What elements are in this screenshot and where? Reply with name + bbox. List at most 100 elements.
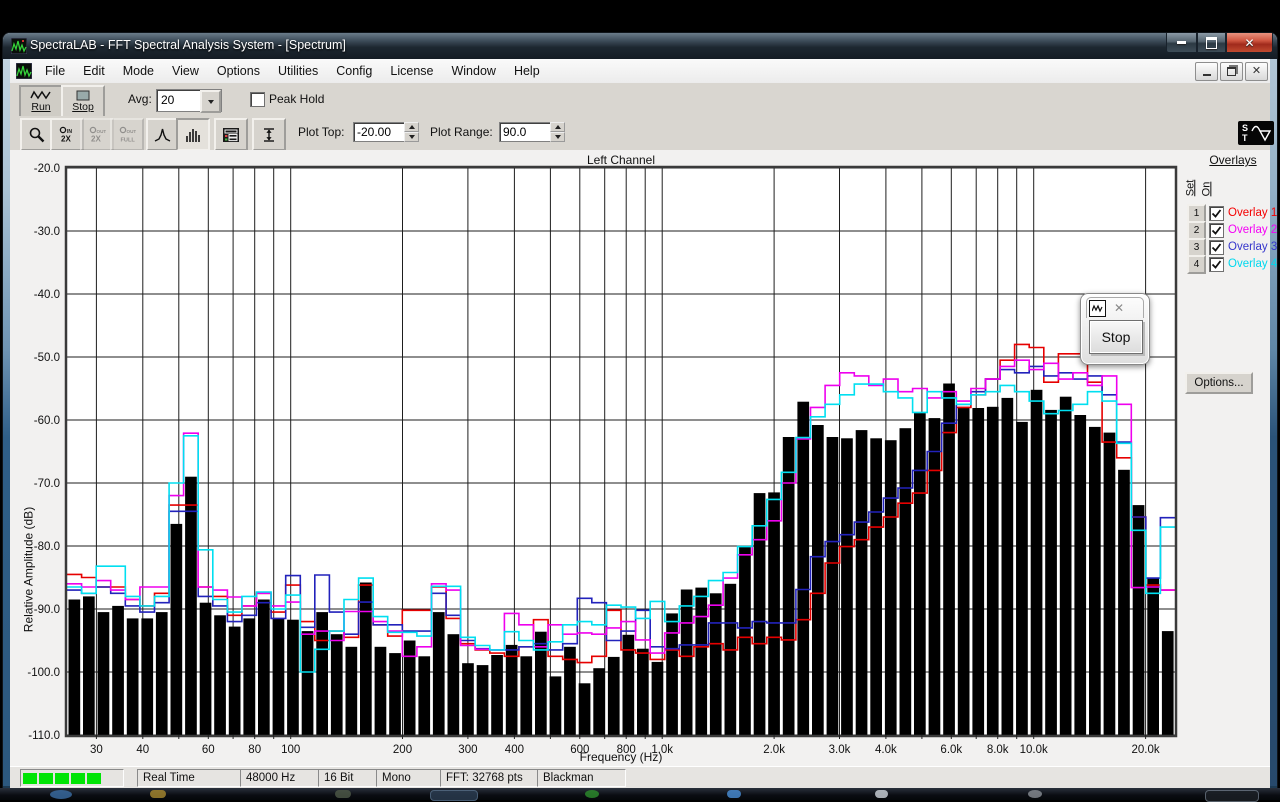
overlay-label-2: Overlay 2	[1228, 224, 1278, 236]
spin-up-icon[interactable]	[404, 122, 419, 132]
stop-rect-icon	[76, 90, 90, 101]
run-button[interactable]: Run	[19, 85, 63, 118]
peak-hold-checkbox[interactable]	[250, 92, 265, 107]
plot-range-input[interactable]: 90.0	[499, 122, 553, 142]
meter-block	[71, 772, 85, 784]
svg-text:2X: 2X	[61, 134, 71, 143]
check-icon	[1211, 225, 1222, 235]
zoom-in-2x-button[interactable]: IN 2X	[50, 118, 84, 151]
avg-combobox[interactable]: 20	[156, 89, 222, 113]
status-window-function: Blackman	[537, 769, 626, 787]
menu-items: File Edit Mode View Options Utilities Config Li…	[36, 60, 549, 82]
zoom-button[interactable]	[20, 118, 54, 151]
spin-down-icon[interactable]	[550, 132, 565, 142]
plot-range-value: 90.0	[503, 125, 527, 139]
taskbar-icon[interactable]	[430, 790, 478, 801]
x-axis-label: Frequency (Hz)	[579, 750, 663, 764]
title-bar[interactable]: SpectraLAB - FFT Spectral Analysis Syste…	[3, 33, 1277, 59]
avg-label: Avg:	[128, 92, 152, 106]
zoom-icon	[29, 127, 45, 142]
display-options-button[interactable]	[214, 118, 248, 151]
peak-curve-icon	[154, 128, 171, 142]
display-toolbar: IN 2X OUT 2X OUT FULL Plot Top: -20.00 Plot R…	[10, 116, 1274, 151]
avg-dropdown-button[interactable]	[200, 90, 221, 113]
taskbar-icon[interactable]	[585, 790, 599, 798]
overlay-options-button[interactable]: Options...	[1185, 372, 1253, 394]
spin-down-icon[interactable]	[404, 132, 419, 142]
menu-item-options[interactable]: Options	[208, 60, 269, 82]
close-icon: ✕	[1244, 35, 1255, 50]
taskbar-icon[interactable]	[1205, 790, 1259, 802]
svg-text:OUT: OUT	[97, 129, 107, 134]
taskbar-icon[interactable]	[335, 790, 351, 798]
meter-block	[23, 772, 37, 784]
status-mode: Real Time	[137, 769, 245, 787]
window-title: SpectraLAB - FFT Spectral Analysis Syste…	[30, 38, 346, 52]
overlay-label-4: Overlay 4	[1228, 258, 1278, 270]
menu-item-view[interactable]: View	[163, 60, 208, 82]
status-sample-rate: 48000 Hz	[240, 769, 323, 787]
plot-top-spinner[interactable]	[404, 122, 419, 142]
waveform-icon	[30, 90, 51, 100]
mini-window-tab[interactable]: ✕	[1086, 297, 1144, 318]
maximize-button[interactable]	[1197, 33, 1226, 53]
peak-curve-button[interactable]	[146, 118, 180, 151]
chevron-down-icon	[207, 99, 214, 104]
zoom-out-2x-button: OUT 2X	[80, 118, 114, 151]
menu-item-file[interactable]: File	[36, 60, 74, 82]
plot-range-spinner[interactable]	[550, 122, 565, 142]
mini-stop-button[interactable]: Stop	[1089, 320, 1143, 354]
spin-up-icon[interactable]	[550, 122, 565, 132]
signal-generator-icon[interactable]: S T	[1238, 121, 1274, 145]
overlays-set-label: Set	[1184, 179, 1197, 197]
stop-label: Stop	[72, 101, 94, 114]
start-orb-icon[interactable]	[50, 790, 72, 799]
overlay-row-4: 4 Overlay 4	[1187, 254, 1278, 274]
overlay-label-3: Overlay 3	[1228, 241, 1278, 253]
taskbar-icon[interactable]	[150, 790, 166, 798]
overlay-checkbox-1[interactable]	[1209, 205, 1224, 221]
menu-item-utilities[interactable]: Utilities	[269, 60, 327, 82]
menu-item-window[interactable]: Window	[442, 60, 504, 82]
status-channels: Mono	[376, 769, 445, 787]
svg-text:FULL: FULL	[121, 137, 136, 143]
bar-display-button[interactable]	[176, 118, 210, 151]
mdi-restore-icon	[1227, 66, 1236, 76]
mdi-close-icon: ✕	[1251, 64, 1262, 77]
menu-item-mode[interactable]: Mode	[114, 60, 163, 82]
plot-top-input[interactable]: -20.00	[353, 122, 407, 142]
overlays-on-label: On	[1200, 181, 1213, 197]
taskbar-icon[interactable]	[1028, 790, 1042, 798]
overlay-row-1: 1 Overlay 1	[1187, 203, 1277, 223]
menu-item-edit[interactable]: Edit	[74, 60, 114, 82]
spectrum-client-area: Left Channel Relative Amplitude (dB) 30 4…	[10, 150, 1277, 766]
overlay-checkbox-4[interactable]	[1209, 256, 1224, 272]
close-button[interactable]: ✕	[1226, 33, 1273, 53]
stop-button[interactable]: Stop	[61, 85, 105, 118]
svg-text:-110.0: -110.0	[28, 730, 60, 742]
mdi-restore-button[interactable]	[1220, 61, 1243, 81]
overlay-checkbox-3[interactable]	[1209, 239, 1224, 255]
amplitude-scale-button[interactable]	[252, 118, 286, 151]
transport-toolbar: Run Stop Avg: 20 Peak Hold	[10, 83, 1270, 118]
menu-bar: File Edit Mode View Options Utilities Config Li…	[10, 59, 1270, 84]
minimize-button[interactable]	[1166, 33, 1197, 53]
menu-item-help[interactable]: Help	[505, 60, 549, 82]
mdi-minimize-button[interactable]	[1195, 61, 1218, 81]
display-options-icon	[223, 127, 239, 142]
menu-item-license[interactable]: License	[381, 60, 442, 82]
mdi-buttons: ✕	[1193, 61, 1268, 81]
taskbar-icon[interactable]	[875, 790, 888, 798]
window-border-right	[1270, 59, 1277, 787]
mini-close-icon[interactable]: ✕	[1114, 301, 1124, 315]
taskbar-icon[interactable]	[727, 790, 741, 798]
svg-text:T: T	[1242, 133, 1248, 143]
app-window: SpectraLAB - FFT Spectral Analysis Syste…	[3, 33, 1277, 788]
menu-item-config[interactable]: Config	[327, 60, 381, 82]
spectrum-plot[interactable]: 30 40 60 80 100 200 300 400 600 800 1.0k 2.0k 3.0k 4.…	[22, 160, 1192, 772]
overlay-set-button-4[interactable]: 4	[1187, 254, 1206, 274]
mdi-close-button[interactable]: ✕	[1245, 61, 1268, 81]
svg-text:-40.0: -40.0	[34, 289, 60, 301]
overlay-checkbox-2[interactable]	[1209, 222, 1224, 238]
taskbar[interactable]	[0, 788, 1280, 802]
